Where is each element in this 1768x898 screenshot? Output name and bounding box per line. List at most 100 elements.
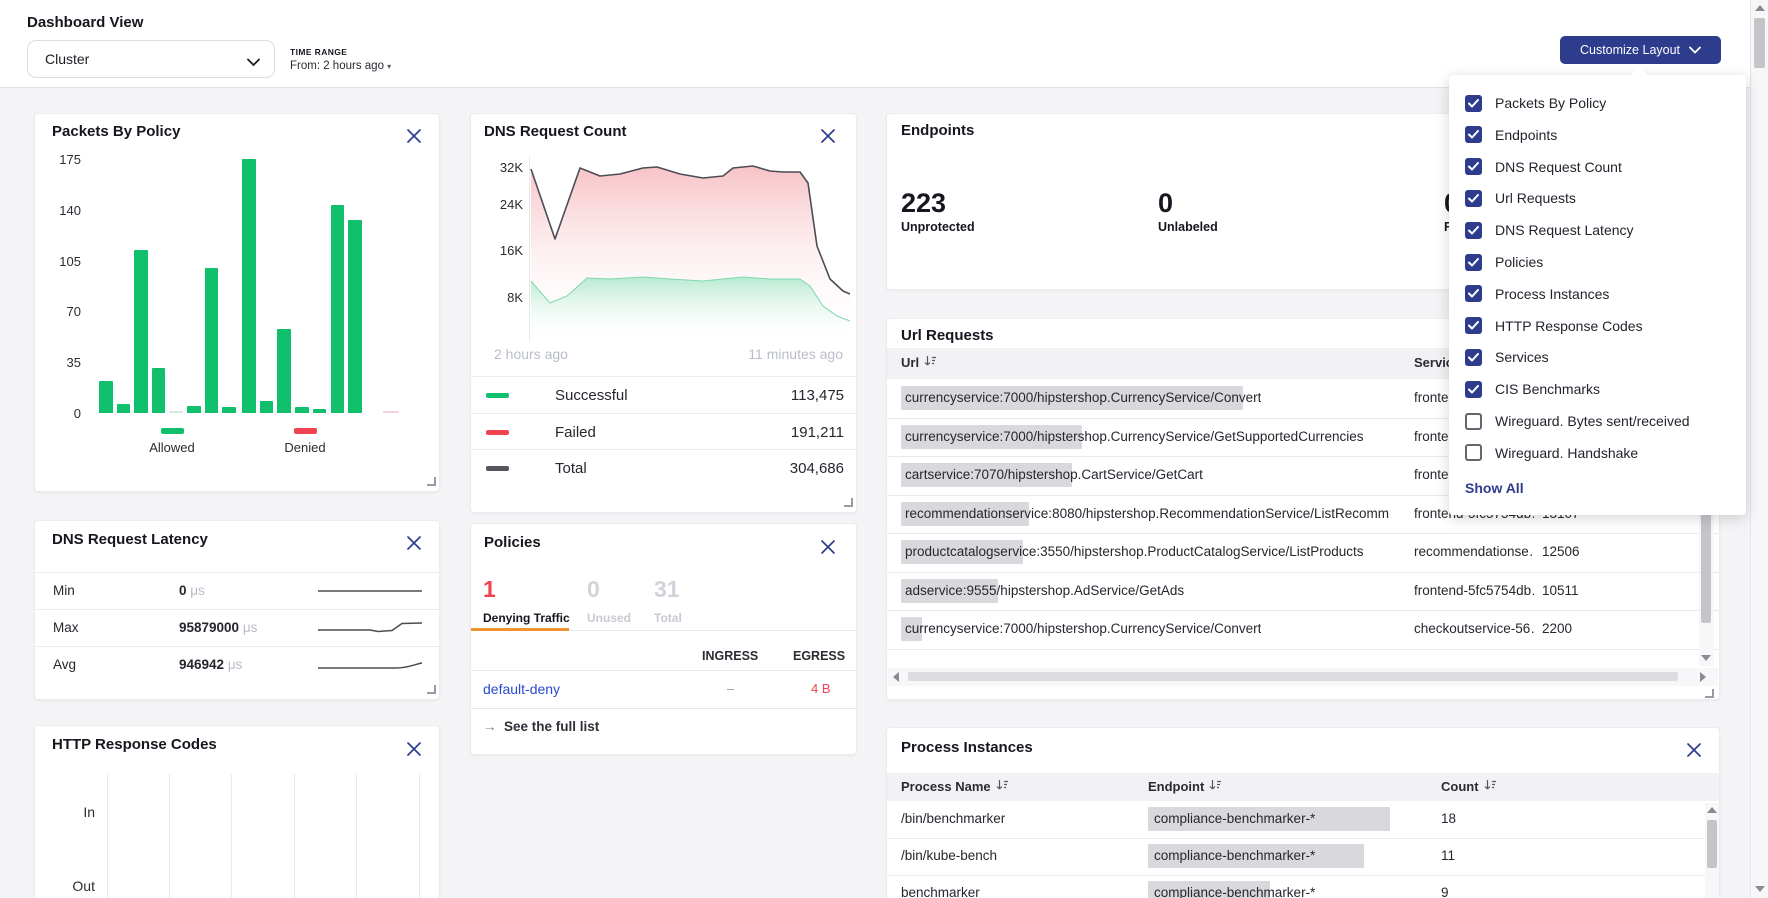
resize-handle[interactable]	[427, 477, 436, 486]
checkbox-checked-icon[interactable]	[1465, 285, 1482, 302]
latency-row-avg: Avg946942 μs	[35, 646, 439, 684]
policy-link-default-deny[interactable]: default-deny	[483, 681, 560, 697]
close-icon[interactable]	[821, 540, 835, 554]
scroll-right-arrow-icon[interactable]	[1700, 672, 1706, 682]
customize-layout-button[interactable]: Customize Layout	[1560, 36, 1721, 64]
menu-item-services[interactable]: Services	[1465, 346, 1549, 368]
legend-label: Failed	[555, 424, 596, 441]
card-title: Url Requests	[901, 327, 994, 344]
process-table-vscrollbar[interactable]	[1705, 803, 1719, 898]
y-axis-tick: 8K	[483, 290, 523, 305]
close-icon[interactable]	[407, 742, 421, 756]
y-axis-tick: 175	[41, 152, 81, 167]
resize-handle[interactable]	[1705, 689, 1714, 698]
url-table-row: adservice:9555/hipstershop.AdService/Get…	[887, 572, 1719, 612]
time-range-control[interactable]: TIME RANGE From: 2 hours ago ▾	[290, 47, 391, 72]
close-icon[interactable]	[407, 129, 421, 143]
close-icon[interactable]	[821, 129, 835, 143]
url-cell: adservice:9555/hipstershop.AdService/Get…	[905, 583, 1184, 598]
row-label-out: Out	[55, 878, 95, 894]
checkbox-unchecked-icon[interactable]	[1465, 444, 1482, 461]
column-header-process-name[interactable]: Process Name	[901, 779, 1009, 794]
menu-item-wireguard-handshake[interactable]: Wireguard. Handshake	[1465, 442, 1638, 464]
checkbox-checked-icon[interactable]	[1465, 381, 1482, 398]
menu-item-dns-request-latency[interactable]: DNS Request Latency	[1465, 219, 1634, 241]
endpoint-cell: compliance-benchmarker-*	[1154, 848, 1315, 863]
dns-area-svg	[529, 156, 850, 341]
policies-tab-total[interactable]: Total	[654, 611, 682, 625]
menu-item-policies[interactable]: Policies	[1465, 251, 1543, 273]
checkbox-unchecked-icon[interactable]	[1465, 413, 1482, 430]
scrollbar-thumb[interactable]	[1707, 820, 1717, 868]
menu-item-dns-request-count[interactable]: DNS Request Count	[1465, 156, 1622, 178]
allowed-bar	[260, 401, 274, 413]
scroll-down-arrow-icon[interactable]	[1701, 655, 1711, 661]
gridline	[169, 774, 170, 898]
page-title: Dashboard View	[27, 14, 143, 31]
resize-handle[interactable]	[844, 498, 853, 507]
menu-item-packets-by-policy[interactable]: Packets By Policy	[1465, 92, 1606, 114]
column-header-url[interactable]: Url	[901, 355, 937, 370]
checkbox-checked-icon[interactable]	[1465, 158, 1482, 175]
url-cell: recommendationservice:8080/hipstershop.R…	[905, 506, 1389, 521]
checkbox-checked-icon[interactable]	[1465, 349, 1482, 366]
latency-row-min: Min0 μs	[35, 572, 439, 610]
resize-handle[interactable]	[427, 685, 436, 694]
checkbox-checked-icon[interactable]	[1465, 126, 1482, 143]
scroll-left-arrow-icon[interactable]	[893, 672, 899, 682]
chevron-down-icon	[247, 54, 260, 72]
y-axis-tick: 0	[41, 406, 81, 421]
legend-value: 113,475	[791, 387, 844, 404]
legend-swatch	[486, 430, 509, 435]
url-cell: cartservice:7070/hipstershop.CartService…	[905, 467, 1203, 482]
legend-swatch	[161, 428, 184, 434]
allowed-bar	[99, 381, 113, 413]
menu-item-wireguard-bytes-sent-received[interactable]: Wireguard. Bytes sent/received	[1465, 410, 1690, 432]
menu-item-cis-benchmarks[interactable]: CIS Benchmarks	[1465, 378, 1600, 400]
column-header-count[interactable]: Count	[1441, 779, 1497, 794]
stat-value-unlabeled: 0	[1158, 188, 1173, 219]
scroll-down-arrow-icon[interactable]	[1755, 886, 1765, 892]
checkbox-checked-icon[interactable]	[1465, 222, 1482, 239]
allowed-bar	[295, 407, 309, 413]
see-full-list-link[interactable]: → See the full list	[483, 719, 599, 734]
url-table-hscrollbar[interactable]	[888, 668, 1718, 686]
url-table-row: productcatalogservice:3550/hipstershop.P…	[887, 533, 1719, 573]
column-header-endpoint[interactable]: Endpoint	[1148, 779, 1222, 794]
show-all-link[interactable]: Show All	[1465, 480, 1524, 496]
view-selector[interactable]: Cluster	[27, 40, 275, 78]
y-axis-tick: 32K	[483, 160, 523, 175]
row-label-in: In	[55, 804, 95, 820]
scroll-up-arrow-icon[interactable]	[1707, 807, 1717, 813]
allowed-bar	[277, 329, 291, 413]
sort-icon[interactable]	[996, 779, 1009, 794]
sort-icon[interactable]	[1209, 779, 1222, 794]
policies-tab-unused[interactable]: Unused	[587, 611, 631, 625]
sort-icon[interactable]	[924, 355, 937, 370]
policies-tab-denying-traffic[interactable]: Denying Traffic	[483, 611, 570, 625]
menu-item-http-response-codes[interactable]: HTTP Response Codes	[1465, 315, 1643, 337]
allowed-bar	[313, 409, 327, 413]
checkbox-checked-icon[interactable]	[1465, 317, 1482, 334]
scrollbar-thumb[interactable]	[908, 672, 1678, 681]
menu-item-endpoints[interactable]: Endpoints	[1465, 124, 1557, 146]
allowed-bar	[222, 407, 236, 413]
time-range-from[interactable]: From: 2 hours ago ▾	[290, 60, 391, 72]
menu-item-process-instances[interactable]: Process Instances	[1465, 283, 1609, 305]
checkbox-checked-icon[interactable]	[1465, 254, 1482, 271]
y-axis-tick: 105	[41, 254, 81, 269]
close-icon[interactable]	[407, 536, 421, 550]
gridline	[356, 774, 357, 898]
x-axis-start-label: 2 hours ago	[494, 346, 568, 362]
close-icon[interactable]	[1687, 743, 1701, 757]
menu-item-url-requests[interactable]: Url Requests	[1465, 187, 1576, 209]
scroll-up-arrow-icon[interactable]	[1755, 5, 1765, 11]
page-scrollbar[interactable]	[1750, 0, 1768, 898]
menu-item-label: DNS Request Count	[1495, 159, 1622, 175]
checkbox-checked-icon[interactable]	[1465, 95, 1482, 112]
checkbox-checked-icon[interactable]	[1465, 190, 1482, 207]
page-scrollbar-thumb[interactable]	[1754, 18, 1765, 68]
legend-label: Allowed	[132, 440, 212, 455]
policies-tab-value: 31	[654, 576, 680, 603]
sort-icon[interactable]	[1484, 779, 1497, 794]
